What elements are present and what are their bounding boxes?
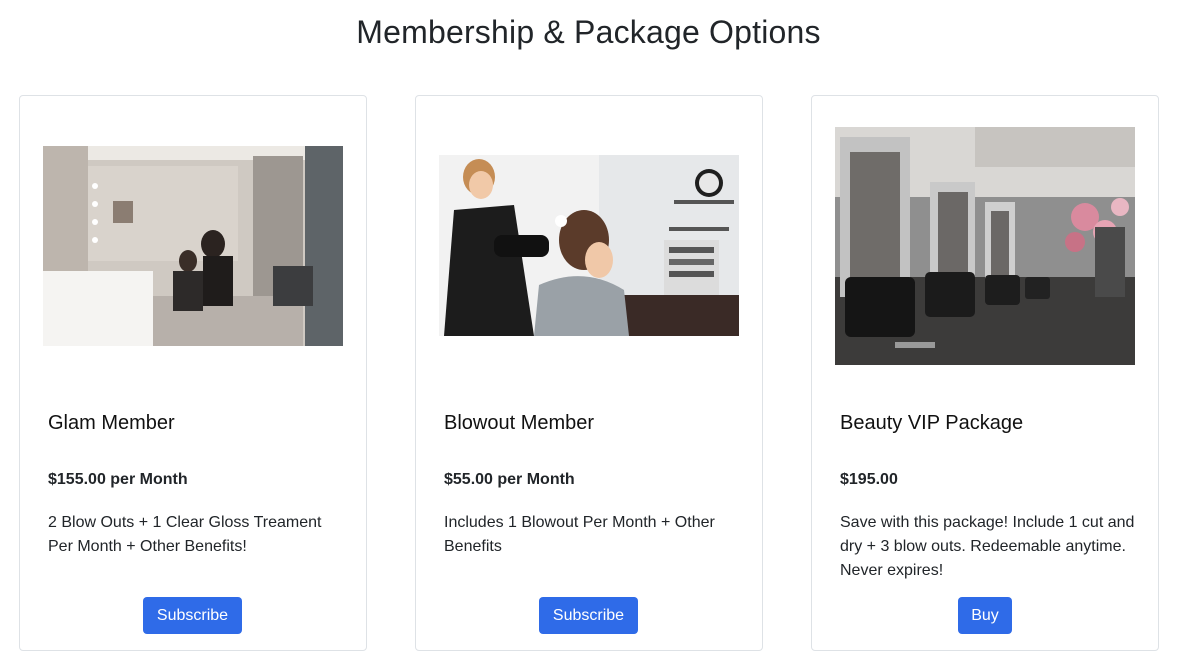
salon-chairs-mirrors-photo [835,127,1135,365]
card-description: Save with this package! Include 1 cut an… [840,514,1135,579]
salon-interior-photo [43,146,343,346]
card-description: 2 Blow Outs + 1 Clear Gloss Treament Per… [48,514,322,555]
subscribe-button[interactable]: Subscribe [143,597,242,634]
card-title: Glam Member [48,412,175,434]
card-price: $195.00 [840,471,898,488]
page-title: Membership & Package Options [356,14,821,50]
card-price: $155.00 per Month [48,471,188,488]
stylist-blowdrying-photo [439,155,739,336]
membership-card-blowout: Blowout Member $55.00 per Month Includes… [415,95,763,651]
card-price: $55.00 per Month [444,471,575,488]
buy-button[interactable]: Buy [958,597,1012,634]
card-title: Blowout Member [444,412,595,434]
package-card-beauty-vip: Beauty VIP Package $195.00 Save with thi… [811,95,1159,651]
membership-card-glam: Glam Member $155.00 per Month 2 Blow Out… [19,95,367,651]
card-description: Includes 1 Blowout Per Month + Other Ben… [444,514,715,555]
subscribe-button[interactable]: Subscribe [539,597,638,634]
card-title: Beauty VIP Package [840,412,1024,434]
